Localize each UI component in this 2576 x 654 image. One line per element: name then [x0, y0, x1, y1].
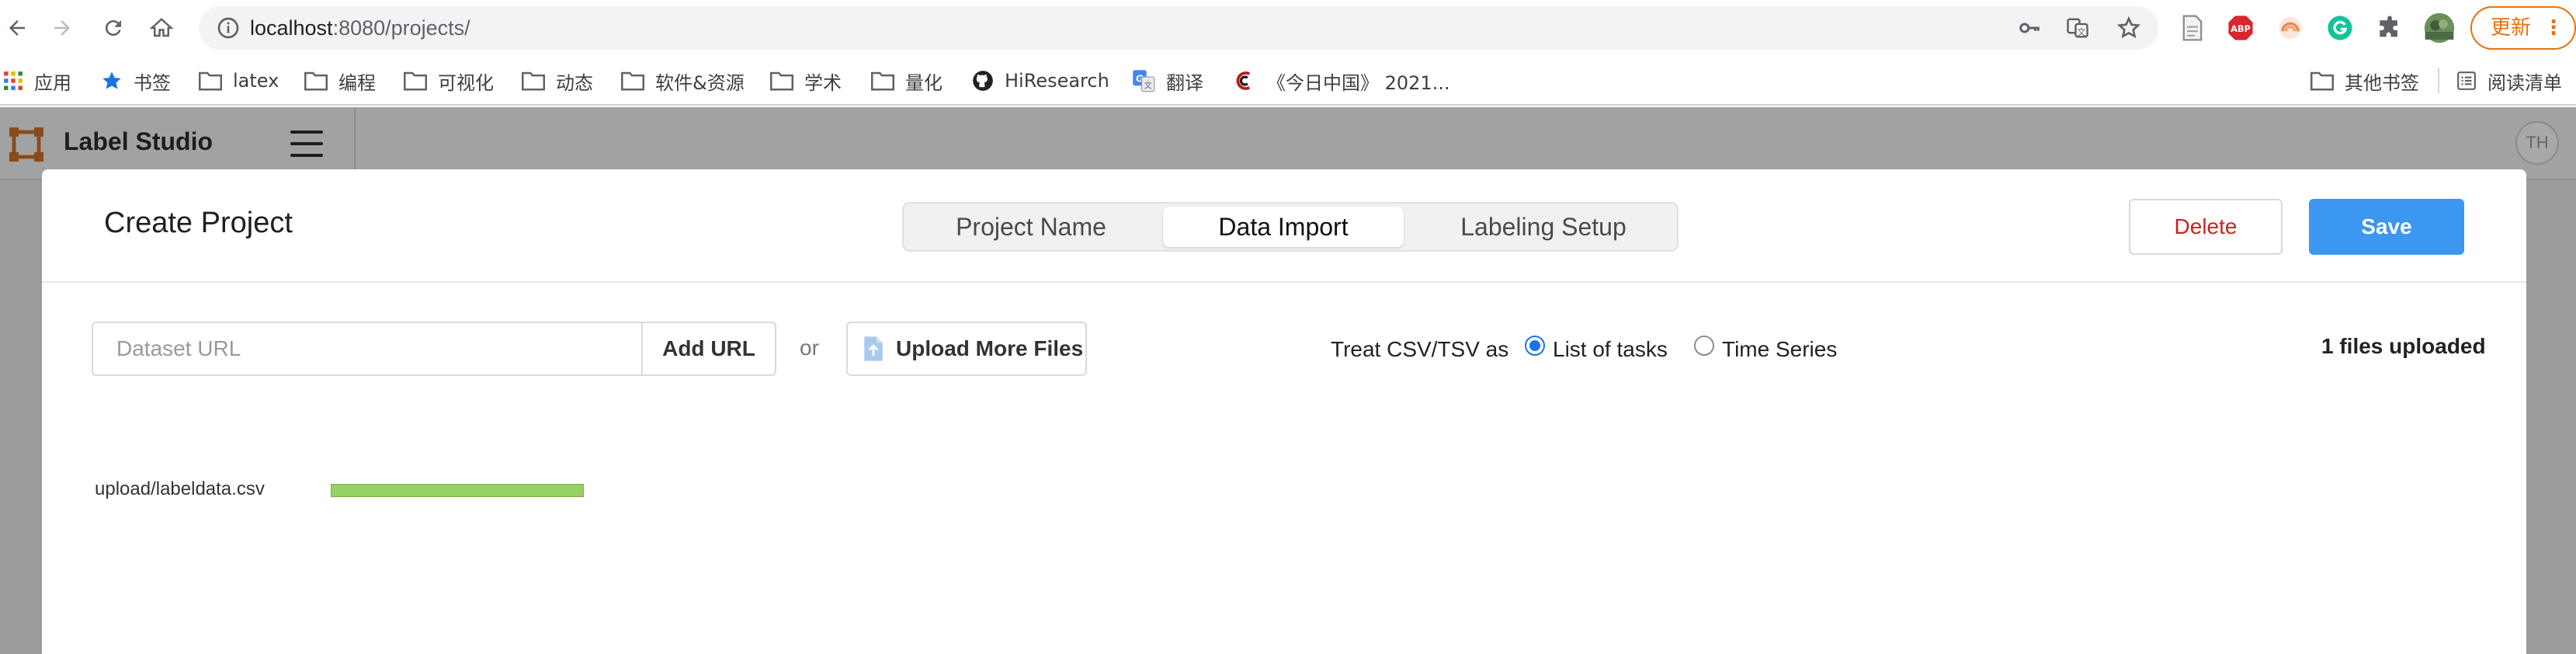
bookmark-jinri-zhongguo[interactable]: 《今日中国》 2021... — [1233, 67, 1450, 95]
bookmark-fanyi[interactable]: G文 翻译 — [1132, 67, 1203, 95]
radio-list-of-tasks[interactable] — [1525, 336, 1545, 356]
delete-button[interactable]: Delete — [2129, 199, 2283, 255]
modal-header: Create Project Project Name Data Import … — [42, 169, 2526, 283]
tab-data-import[interactable]: Data Import — [1163, 207, 1404, 247]
or-label: or — [800, 336, 819, 360]
create-project-modal: Create Project Project Name Data Import … — [42, 169, 2526, 654]
upload-progress-fill — [332, 485, 583, 496]
rainbow-icon — [2279, 16, 2302, 40]
forward-button[interactable] — [45, 11, 79, 45]
bookmark-dongtai[interactable]: 动态 — [522, 67, 593, 95]
modal-title: Create Project — [104, 207, 293, 239]
update-browser-button[interactable]: 更新 ⋮ — [2470, 6, 2576, 50]
extension-adblock-button[interactable]: ABP — [2225, 12, 2256, 43]
adblock-icon: ABP — [2228, 16, 2253, 40]
label-studio-logo-icon — [9, 127, 43, 162]
document-icon — [2182, 15, 2203, 41]
folder-icon — [871, 71, 894, 91]
puzzle-icon — [2380, 16, 2397, 37]
profile-button[interactable] — [2424, 12, 2455, 43]
address-bar[interactable]: localhost:8080/projects/ 文 — [199, 6, 2158, 50]
translate-icon: 文 — [2067, 18, 2088, 38]
password-key-button[interactable] — [2015, 14, 2043, 42]
bookmark-xueshu[interactable]: 学术 — [770, 67, 842, 95]
star-icon — [102, 71, 121, 89]
folder-icon — [621, 71, 644, 91]
profile-avatar-icon — [2424, 12, 2455, 43]
info-icon[interactable] — [216, 16, 241, 40]
extension-doc-button[interactable] — [2177, 12, 2208, 43]
svg-text:文: 文 — [2077, 26, 2085, 37]
folder-icon — [2310, 71, 2334, 91]
key-icon — [2019, 23, 2040, 33]
bookmark-other[interactable]: 其他书签 — [2310, 67, 2419, 95]
reload-icon — [105, 20, 121, 37]
grammarly-icon — [2328, 16, 2352, 40]
folder-icon — [199, 71, 222, 91]
folder-icon — [304, 71, 328, 91]
app-name: Label Studio — [64, 127, 213, 155]
back-button[interactable] — [0, 11, 34, 45]
reading-list[interactable]: 阅读清单 — [2456, 67, 2562, 95]
folder-icon — [522, 71, 545, 91]
radio-list-of-tasks-label[interactable]: List of tasks — [1553, 337, 1668, 362]
home-button[interactable] — [144, 11, 179, 45]
reading-list-icon — [2457, 71, 2476, 90]
home-icon — [150, 18, 173, 37]
radio-time-series[interactable] — [1694, 336, 1714, 356]
folder-icon — [770, 71, 793, 91]
folder-icon — [404, 71, 427, 91]
bookmark-star-button[interactable] — [2115, 14, 2143, 42]
save-button[interactable]: Save — [2309, 199, 2464, 255]
file-upload-icon — [864, 336, 883, 361]
extensions-button[interactable] — [2374, 12, 2405, 43]
more-vert-icon: ⋮ — [2543, 16, 2564, 40]
bookmark-latex[interactable]: latex — [199, 67, 279, 95]
svg-text:ABP: ABP — [2231, 23, 2251, 34]
url-text[interactable]: localhost:8080/projects/ — [250, 6, 470, 50]
treat-csv-label: Treat CSV/TSV as — [1331, 337, 1509, 361]
bookmark-shuqian[interactable]: 书签 — [101, 67, 171, 95]
upload-progress-bar — [331, 484, 584, 497]
tab-labeling-setup[interactable]: Labeling Setup — [1411, 207, 1675, 247]
site-logo-icon — [1236, 71, 1251, 90]
upload-more-files-button[interactable]: Upload More Files — [846, 322, 1087, 376]
radio-time-series-label[interactable]: Time Series — [1722, 337, 1837, 362]
bookmarks-divider — [2438, 68, 2439, 93]
bookmark-lianghua[interactable]: 量化 — [871, 67, 943, 95]
wizard-tabs: Project Name Data Import Labeling Setup — [902, 202, 1679, 252]
uploaded-file-name: upload/labeldata.csv — [95, 478, 265, 499]
bookmarks-bar: 应用 书签 latex 编程 可视化 动态 软件&资源 学术 量化 HiRese… — [0, 56, 2576, 106]
bookmark-hiresearch[interactable]: HiResearch — [972, 67, 1109, 95]
dataset-url-input[interactable]: Dataset URL — [92, 322, 641, 376]
arrow-right-icon — [54, 20, 70, 36]
add-url-button[interactable]: Add URL — [641, 322, 776, 376]
files-uploaded-count: 1 files uploaded — [2321, 334, 2486, 358]
extension-grammarly-button[interactable] — [2324, 12, 2356, 43]
browser-toolbar: localhost:8080/projects/ 文 ABP 更新 ⋮ — [0, 0, 2576, 56]
github-icon — [973, 71, 993, 91]
bookmark-software[interactable]: 软件&资源 — [621, 67, 745, 95]
arrow-left-icon — [9, 20, 25, 36]
bookmark-apps[interactable]: 应用 — [3, 67, 71, 95]
reload-button[interactable] — [96, 11, 130, 45]
bookmark-biancheng[interactable]: 编程 — [304, 67, 376, 95]
star-outline-icon — [2116, 16, 2141, 39]
translate-icon: G文 — [1133, 70, 1155, 92]
extension-orange-button[interactable] — [2275, 12, 2306, 43]
bookmark-keshihua[interactable]: 可视化 — [404, 67, 494, 95]
tab-project-name[interactable]: Project Name — [907, 207, 1155, 247]
user-avatar[interactable]: TH — [2515, 121, 2559, 165]
apps-grid-icon — [4, 71, 23, 90]
menu-hamburger-icon[interactable] — [290, 130, 323, 157]
translate-page-button[interactable]: 文 — [2064, 14, 2092, 42]
svg-text:文: 文 — [1144, 80, 1152, 90]
